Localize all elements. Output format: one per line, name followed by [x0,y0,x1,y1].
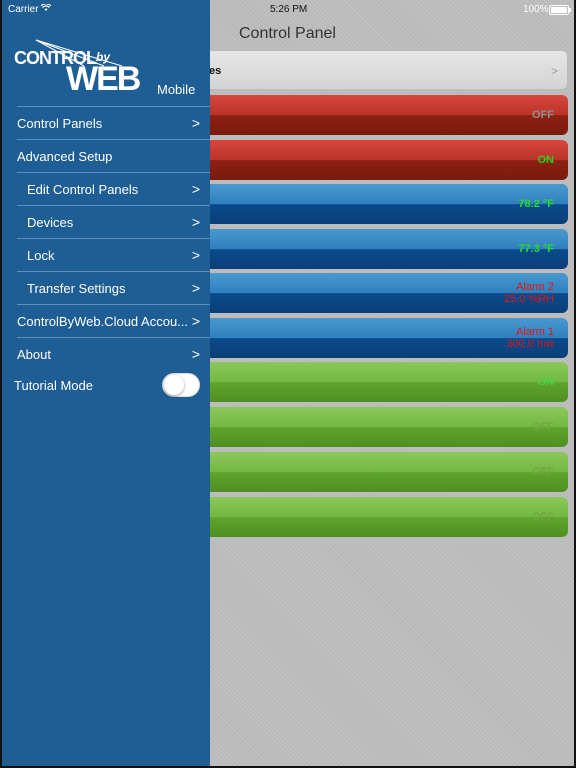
toggle-knob [164,375,184,395]
row-alarm: Alarm 1 300.0 mw [506,326,554,350]
control-row-4[interactable]: 77.3 °F [152,229,568,269]
menu-item-label: ControlByWeb.Cloud Accou... [17,314,189,329]
status-bar: Carrier 5:26 PM 100% [2,0,574,20]
menu-item-label: Advanced Setup [17,149,113,164]
row-value: OFF [532,466,554,478]
controlbyweb-logo: CONTROL by WEB Mobile [14,38,204,100]
menu-item-label: Devices [27,215,74,230]
menu-list: Control Panels > Advanced Setup Edit Con… [2,106,210,370]
chevron-right-icon: > [550,64,558,78]
menu-item-advanced-setup[interactable]: Advanced Setup [17,139,210,172]
alarm-value: 25.0 %RH [503,293,554,305]
row-value: OFF [532,421,554,433]
alarm-title: Alarm 1 [516,326,554,338]
menu-item-lock[interactable]: Lock > [17,238,210,271]
chevron-right-icon: > [191,346,200,362]
battery-icon [549,5,571,15]
chevron-right-icon: > [191,247,200,263]
control-row-2[interactable]: ON [152,140,568,180]
menu-item-label: About [17,347,51,362]
row-value: ON [537,154,555,166]
row-value: 78.2 °F [518,198,554,210]
control-row-5[interactable]: Alarm 2 25.0 %RH [152,273,568,313]
wifi-icon [41,4,51,11]
menu-item-control-panels[interactable]: Control Panels > [17,106,210,139]
menu-item-label: Edit Control Panels [27,182,139,197]
menu-item-transfer-settings[interactable]: Transfer Settings > [17,271,210,304]
control-row-9[interactable]: OFF [152,452,568,492]
alarm-value: 300.0 mw [506,338,554,350]
control-row-7[interactable]: ON [152,362,568,402]
side-menu: CONTROL by WEB Mobile Control Panels > A… [2,0,210,766]
logo-web-text: WEB [66,60,141,98]
app-screen: Carrier 5:26 PM 100% Control Panel es > … [2,0,574,766]
menu-item-label: Lock [27,248,55,263]
menu-item-label: Transfer Settings [27,281,126,296]
row-alarm: Alarm 2 25.0 %RH [504,281,554,305]
row-value: ON [537,376,555,388]
tutorial-mode-label: Tutorial Mode [14,378,93,393]
control-row-1[interactable]: OFF [152,95,568,135]
logo-mobile-text: Mobile [157,82,196,97]
chevron-right-icon: > [191,214,200,230]
page-title: Control Panel [239,25,336,42]
chevron-right-icon: > [191,115,200,131]
chevron-right-icon: > [191,280,200,296]
row-value: 77.3 °F [518,243,554,255]
chevron-right-icon: > [191,181,200,197]
panel-selector-label: es [209,65,222,77]
tutorial-mode-toggle[interactable] [162,373,200,397]
menu-item-about[interactable]: About > [17,337,210,370]
menu-item-cloud-account[interactable]: ControlByWeb.Cloud Accou... > [17,304,210,337]
control-row-8[interactable]: OFF [152,407,568,447]
panel-selector-row[interactable]: es > [152,50,568,90]
clock: 5:26 PM [270,4,308,15]
chevron-right-icon: > [191,313,200,329]
control-row-10[interactable]: OFF [152,497,568,537]
alarm-title: Alarm 2 [516,281,554,293]
control-row-6[interactable]: Alarm 1 300.0 mw [152,318,568,358]
carrier-label: Carrier [8,4,39,15]
menu-item-devices[interactable]: Devices > [17,205,210,238]
battery-percent: 100% [523,4,549,15]
control-row-3[interactable]: 78.2 °F [152,184,568,224]
row-value: OFF [532,109,554,121]
tutorial-mode-row: Tutorial Mode [14,373,210,397]
menu-item-label: Control Panels [17,116,103,131]
row-value: OFF [532,511,554,523]
menu-item-edit-control-panels[interactable]: Edit Control Panels > [17,172,210,205]
